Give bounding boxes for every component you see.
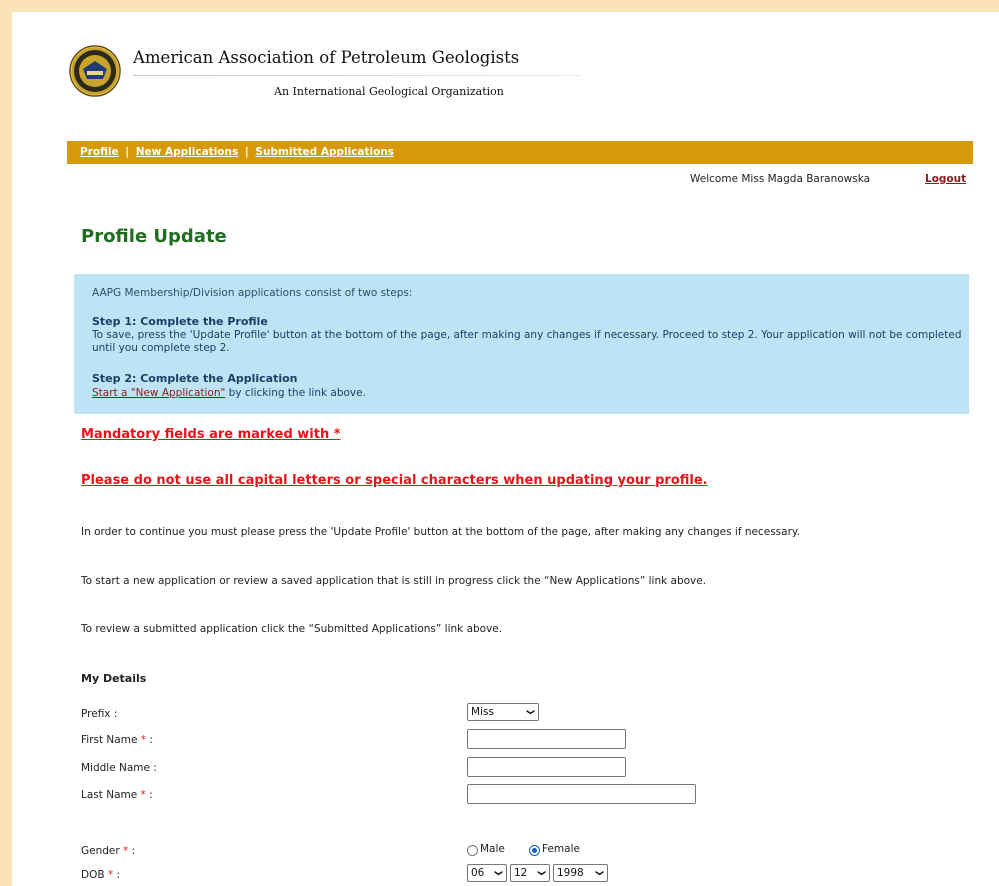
nav-profile-link[interactable]: Profile [80,146,119,158]
org-tagline: An International Geological Organization [274,85,504,98]
chevron-down-icon: ❯ [537,869,547,877]
dob-label: DOB * : [81,869,121,881]
my-details-heading: My Details [81,672,147,685]
step2-text: Start a "New Application" by clicking th… [92,387,366,399]
welcome-text: Welcome Miss Magda Baranowska [690,173,871,185]
page-container: American Association of Petroleum Geolog… [12,12,999,886]
first-name-input[interactable] [467,729,626,749]
chevron-down-icon: ❯ [526,708,536,716]
nav-bar: Profile | New Applications | Submitted A… [67,141,973,164]
first-name-label: First Name * : [81,734,153,746]
nav-separator: | [125,146,130,158]
dob-year-value: 1998 [557,867,584,879]
dob-day-value: 06 [471,867,485,879]
gender-male-label: Male [480,843,505,855]
aapg-logo-icon [69,45,121,97]
step1-text: To save, press the 'Update Profile' butt… [92,329,962,354]
middle-name-label: Middle Name : [81,762,157,774]
instruction-paragraph-1: In order to continue you must please pre… [81,526,800,538]
last-name-label: Last Name * : [81,789,153,801]
prefix-select[interactable]: Miss ❯ [467,703,539,721]
dob-month-select[interactable]: 12 ❯ [510,864,550,882]
step2-suffix: by clicking the link above. [225,387,366,399]
new-application-link[interactable]: Start a "New Application" [92,387,225,399]
nav-separator: | [244,146,249,158]
nav-links: Profile | New Applications | Submitted A… [80,146,394,158]
instruction-paragraph-2: To start a new application or review a s… [81,575,707,587]
nav-new-applications-link[interactable]: New Applications [136,146,239,158]
org-name: American Association of Petroleum Geolog… [133,48,520,67]
dob-day-select[interactable]: 06 ❯ [467,864,507,882]
prefix-value: Miss [471,706,494,718]
gender-male-radio[interactable] [467,845,478,856]
page-title: Profile Update [81,226,227,247]
info-box: AAPG Membership/Division applications co… [74,274,969,414]
step1-heading: Step 1: Complete the Profile [92,315,268,328]
chevron-down-icon: ❯ [595,869,605,877]
gender-female-radio[interactable] [529,845,540,856]
dob-year-select[interactable]: 1998 ❯ [553,864,608,882]
capital-letters-warning: Please do not use all capital letters or… [81,473,708,488]
logout-link[interactable]: Logout [925,173,966,185]
chevron-down-icon: ❯ [494,869,504,877]
gender-label: Gender * : [81,845,136,857]
prefix-label: Prefix : [81,708,118,720]
step2-heading: Step 2: Complete the Application [92,372,298,385]
nav-submitted-applications-link[interactable]: Submitted Applications [255,146,394,158]
info-intro: AAPG Membership/Division applications co… [92,287,413,299]
mandatory-fields-warning: Mandatory fields are marked with * [81,427,341,442]
dob-month-value: 12 [514,867,528,879]
gender-female-label: Female [542,843,580,855]
instruction-paragraph-3: To review a submitted application click … [81,623,503,635]
last-name-input[interactable] [467,784,696,804]
header-divider [133,75,581,76]
middle-name-input[interactable] [467,757,626,777]
